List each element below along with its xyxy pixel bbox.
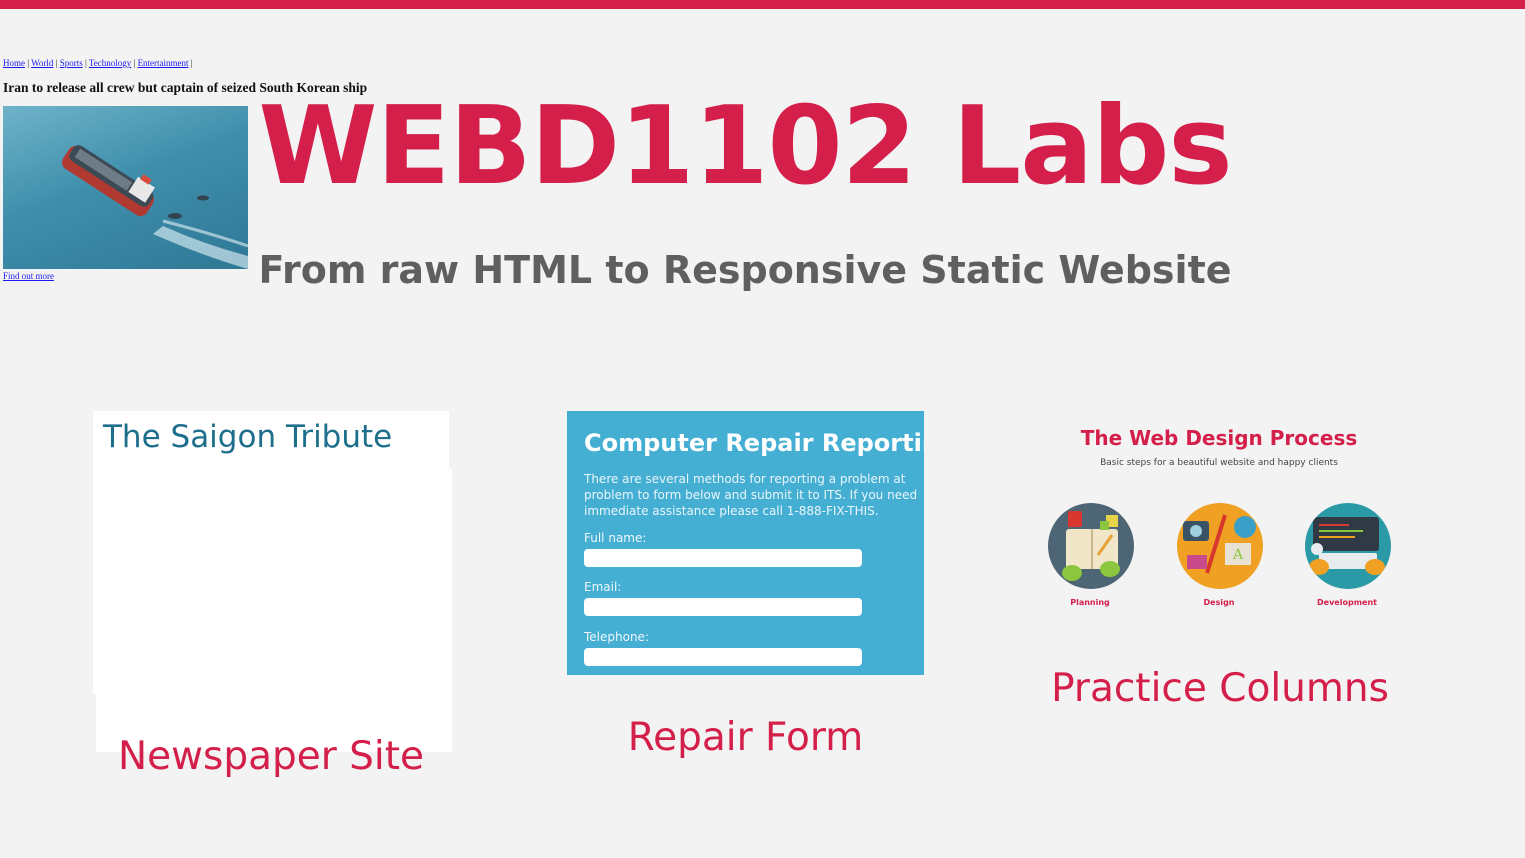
planning-step: Planning [1040,501,1140,611]
telephone-field[interactable] [584,648,862,666]
newspaper-nav-sports[interactable]: Sports [60,58,83,68]
web-design-process-subtitle: Basic steps for a beautiful website and … [1100,458,1338,468]
newspaper-headline: Iran to release all crew but captain of … [3,80,368,95]
newspaper-site-link[interactable]: Newspaper Site [93,734,449,781]
development-step: Development [1297,501,1397,611]
development-label: Development [1317,598,1377,607]
top-accent-bar [0,0,1525,9]
design-label: Design [1203,598,1235,607]
web-design-process-title: The Web Design Process [1080,426,1358,450]
practice-columns-thumbnail[interactable]: The Web Design Process Basic steps for a… [1030,411,1408,619]
telephone-label: Telephone: [584,630,649,644]
repair-form-link[interactable]: Repair Form [567,715,924,762]
design-step: A Design [1169,501,1269,611]
full-name-label: Full name: [584,531,647,545]
planning-label: Planning [1070,598,1110,607]
newspaper-nav-world[interactable]: World [31,58,53,68]
newspaper-nav: Home | World | Sports | Technology | Ent… [3,58,452,752]
newspaper-site-thumbnail[interactable] [96,469,452,752]
svg-text:A: A [1232,547,1244,563]
design-icon: A [1177,503,1263,589]
repair-form-title: Computer Repair Reporting [584,429,924,457]
find-out-more-link[interactable]: Find out more [3,271,54,281]
newspaper-nav-technology[interactable]: Technology [89,58,131,68]
repair-form-description: There are several methods for reporting … [584,472,918,518]
full-name-field[interactable] [584,549,862,567]
newspaper-nav-entertainment[interactable]: Entertainment [138,58,189,68]
newspaper-nav-home[interactable]: Home [3,58,25,68]
newspaper-masthead: The Saigon Tribute [103,419,393,455]
practice-columns-link[interactable]: Practice Columns [1030,666,1410,713]
planning-icon [1048,503,1134,589]
email-label: Email: [584,580,622,594]
repair-form-thumbnail[interactable]: Computer Repair Reporting There are seve… [567,411,924,675]
ship-photo [3,106,248,269]
development-icon [1305,503,1391,589]
email-field[interactable] [584,598,862,616]
